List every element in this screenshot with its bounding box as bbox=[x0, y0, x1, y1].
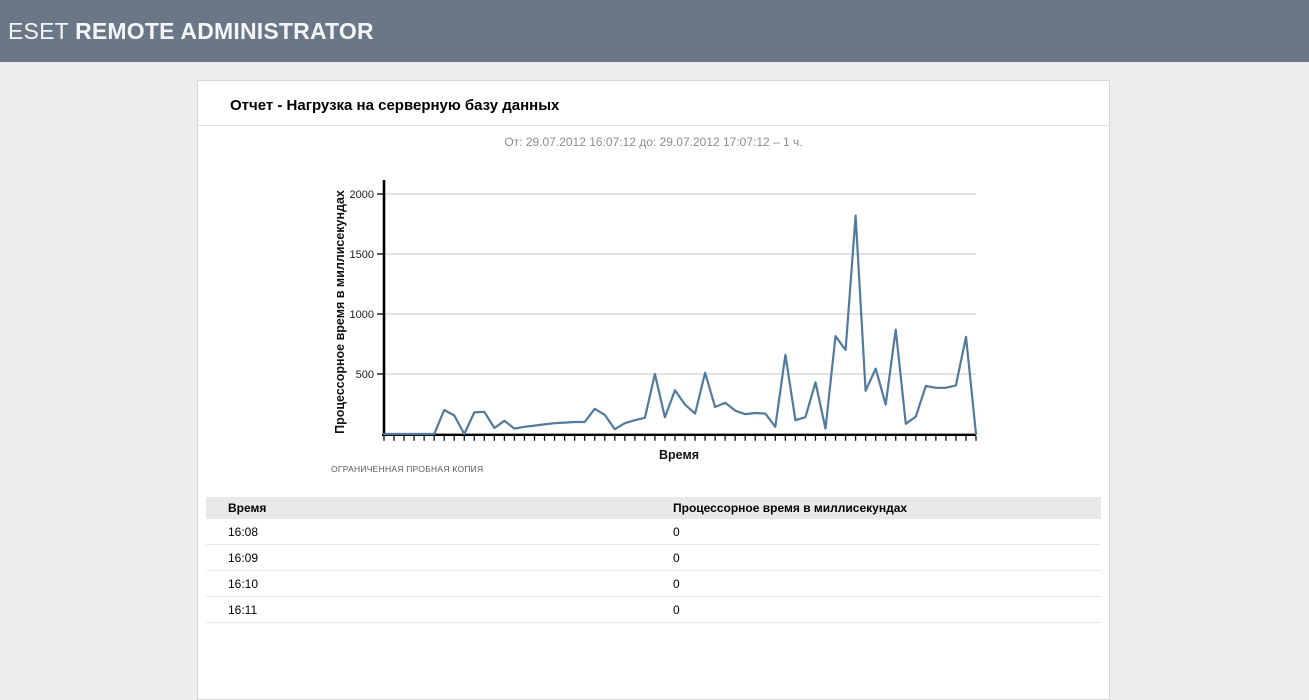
table-body: 16:08 0 16:09 0 16:10 0 16:11 0 bbox=[206, 519, 1101, 623]
table-row: 16:11 0 bbox=[206, 597, 1101, 623]
brand-eset: ESET bbox=[8, 17, 69, 44]
cell-cpu-time: 0 bbox=[673, 550, 680, 565]
y-axis-label: Процессорное время в миллисекундах bbox=[333, 190, 347, 434]
data-series-line bbox=[382, 214, 978, 436]
col-header-time: Время bbox=[228, 501, 267, 515]
table-row: 16:08 0 bbox=[206, 519, 1101, 545]
app-logo: ESET REMOTE ADMINISTRATOR bbox=[8, 18, 374, 45]
load-line-chart: 500 1000 1500 2000Процессорное время в милл… bbox=[333, 180, 978, 462]
cell-time: 16:10 bbox=[228, 576, 259, 591]
x-axis-label: Время bbox=[659, 448, 699, 462]
report-table: Время Процессорное время в миллисекундах… bbox=[206, 497, 1101, 623]
cell-cpu-time: 0 bbox=[673, 576, 680, 591]
report-panel: Отчет - Нагрузка на серверную базу данны… bbox=[197, 80, 1110, 700]
y-tick-label: 2000 bbox=[350, 189, 374, 201]
y-tick-label: 500 bbox=[356, 369, 374, 381]
cell-cpu-time: 0 bbox=[673, 524, 680, 539]
brand-remote-administrator: REMOTE ADMINISTRATOR bbox=[75, 17, 374, 44]
table-row: 16:09 0 bbox=[206, 545, 1101, 571]
app-header: ESET REMOTE ADMINISTRATOR bbox=[0, 0, 1309, 62]
report-date-range: От: 29.07.2012 16:07:12 до: 29.07.2012 1… bbox=[504, 135, 803, 149]
cell-time: 16:11 bbox=[228, 602, 258, 617]
cell-cpu-time: 0 bbox=[673, 602, 680, 617]
y-tick-label: 1000 bbox=[350, 309, 374, 321]
y-tick-label: 1500 bbox=[350, 249, 374, 261]
page-title: Отчет - Нагрузка на серверную базу данны… bbox=[230, 97, 560, 114]
cell-time: 16:09 bbox=[228, 550, 259, 565]
table-header-row: Время Процессорное время в миллисекундах bbox=[206, 497, 1101, 519]
cell-time: 16:08 bbox=[228, 524, 259, 539]
table-row: 16:10 0 bbox=[206, 571, 1101, 597]
chart-area: 500 1000 1500 2000 Процессорное время в милл… bbox=[198, 157, 1109, 477]
col-header-cpu-time: Процессорное время в миллисекундах bbox=[673, 501, 908, 515]
trial-watermark: ОГРАНИЧЕННАЯ ПРОБНАЯ КОПИЯ bbox=[331, 464, 484, 474]
